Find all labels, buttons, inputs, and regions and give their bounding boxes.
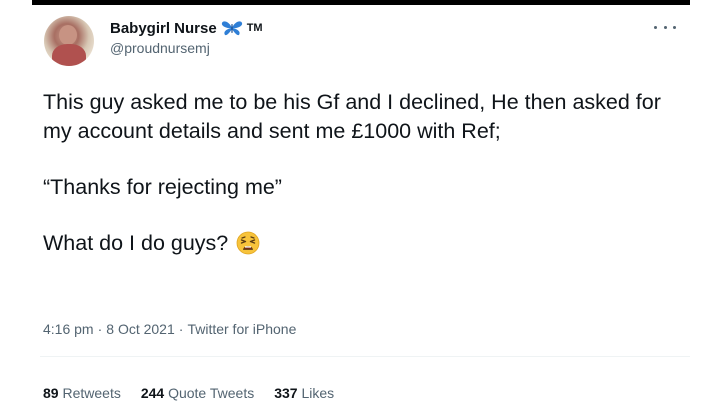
tweet-text: This guy asked me to be his Gf and I dec… [43, 88, 683, 258]
tweet-paragraph-1: This guy asked me to be his Gf and I dec… [43, 90, 661, 143]
butterfly-icon [221, 20, 243, 36]
retweets-label: Retweets [62, 385, 121, 401]
likes-stat[interactable]: 337 Likes [274, 385, 334, 401]
avatar-face [59, 25, 77, 45]
tweet-header: Babygirl Nurse TM @proudnursemj [110, 18, 263, 57]
top-bar [32, 0, 690, 5]
screenshot-frame: Babygirl Nurse TM @proudnursemj This guy… [0, 0, 720, 409]
more-icon[interactable] [654, 22, 676, 32]
retweets-count: 89 [43, 385, 59, 401]
more-dot [663, 25, 667, 29]
tweet-paragraph-3: What do I do guys? [43, 229, 683, 258]
tweet-card: Babygirl Nurse TM @proudnursemj This guy… [40, 8, 690, 409]
quote-tweets-count: 244 [140, 385, 165, 401]
tweet-question: What do I do guys? [43, 231, 229, 255]
more-dot [673, 25, 676, 29]
retweets-stat[interactable]: 89 Retweets [43, 385, 121, 401]
meta-separator: · [97, 321, 103, 337]
tweet-meta: 4:16 pm · 8 Oct 2021 · Twitter for iPhon… [43, 321, 296, 337]
likes-count: 337 [274, 385, 298, 401]
avatar[interactable] [44, 16, 94, 66]
display-name-row: Babygirl Nurse TM [110, 18, 263, 38]
tweet-date[interactable]: 8 Oct 2021 [106, 321, 175, 337]
trademark-label: TM [246, 22, 263, 34]
user-handle[interactable]: @proudnursemj [110, 40, 263, 56]
display-name[interactable]: Babygirl Nurse [110, 20, 217, 37]
weary-face-icon [236, 231, 260, 255]
more-dot [654, 25, 657, 29]
quote-tweets-stat[interactable]: 244 Quote Tweets [141, 385, 254, 401]
tweet-stats: 89 Retweets 244 Quote Tweets 337 Likes [43, 385, 334, 401]
likes-label: Likes [301, 385, 335, 401]
avatar-body [52, 44, 86, 66]
tweet-source[interactable]: Twitter for iPhone [187, 321, 296, 337]
tweet-time[interactable]: 4:16 pm [43, 321, 94, 337]
divider [40, 356, 690, 357]
tweet-paragraph-2: “Thanks for rejecting me” [43, 175, 282, 199]
meta-separator: · [178, 321, 184, 337]
quote-tweets-label: Quote Tweets [168, 385, 255, 401]
